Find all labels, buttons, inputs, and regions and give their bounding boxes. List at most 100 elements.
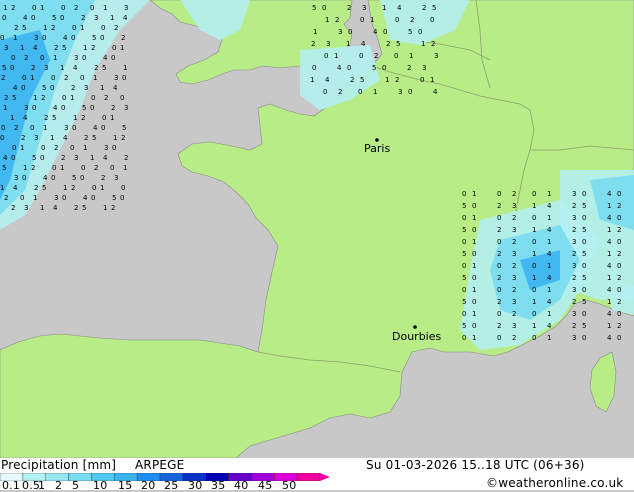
precip-digit: 4 xyxy=(547,250,552,258)
legend-title: Precipitation [mm] xyxy=(1,458,117,472)
precip-digit: 2 xyxy=(617,322,621,330)
precip-digit: 4 xyxy=(83,194,88,202)
precip-digit: 2 xyxy=(71,184,75,192)
precip-digit: 5 xyxy=(462,226,466,234)
precip-digit: 2 xyxy=(386,40,390,48)
precip-digit: 3 xyxy=(14,174,18,182)
precip-digit: 0 xyxy=(32,4,36,12)
precip-digit: 1 xyxy=(472,286,476,294)
legend-scale-label: 5 xyxy=(72,479,80,492)
precip-digit: 5 xyxy=(432,4,436,12)
precip-digit: 1 xyxy=(472,238,476,246)
precip-digit: 2 xyxy=(617,226,621,234)
precip-digit: 3 xyxy=(434,52,438,60)
precip-digit: 0 xyxy=(11,54,15,62)
precip-digit: 1 xyxy=(40,204,44,212)
precip-digit: 1 xyxy=(532,298,536,306)
precip-digit: 4 xyxy=(13,184,18,192)
precip-digit: 1 xyxy=(50,134,54,142)
precip-digit: 1 xyxy=(103,204,107,212)
precip-digit: 2 xyxy=(54,44,58,52)
precip-digit: 3 xyxy=(74,154,78,162)
precip-digit: 5 xyxy=(92,34,96,42)
precip-digit: 0 xyxy=(51,174,55,182)
precip-digit: 2 xyxy=(41,94,45,102)
precip-digit: 2 xyxy=(395,76,399,84)
legend-overflow-arrow xyxy=(320,473,330,481)
precip-digit: 0 xyxy=(360,16,364,24)
precip-digit: 0 xyxy=(617,286,621,294)
legend-scale-label: 0.1 xyxy=(2,479,21,492)
precip-digit: 2 xyxy=(51,24,55,32)
precip-digit: 5 xyxy=(92,134,96,142)
precip-digit: 0 xyxy=(532,214,536,222)
precip-digit: 0 xyxy=(408,88,412,96)
precip-digit: 2 xyxy=(407,64,411,72)
precip-digit: 0 xyxy=(120,94,124,102)
precip-digit: 0 xyxy=(40,54,44,62)
precip-digit: 4 xyxy=(103,54,108,62)
precip-digit: 0 xyxy=(60,14,64,22)
precip-digit: 0 xyxy=(617,262,621,270)
credit-text: ©weatheronline.co.uk xyxy=(486,476,624,490)
precip-digit: 0 xyxy=(324,52,328,60)
precip-digit: 5 xyxy=(12,94,16,102)
precip-digit: 1 xyxy=(43,24,47,32)
precip-digit: 1 xyxy=(325,16,329,24)
precip-digit: 0 xyxy=(42,34,46,42)
precip-digit: 2 xyxy=(14,124,18,132)
precip-digit: 5 xyxy=(22,24,26,32)
precip-digit: 0 xyxy=(420,76,424,84)
precip-digit: 1 xyxy=(547,286,551,294)
precip-digit: 0 xyxy=(32,104,36,112)
precip-digit: 1 xyxy=(472,310,476,318)
precip-digit: 0 xyxy=(22,174,26,182)
precip-digit: 1 xyxy=(532,322,536,330)
precip-digit: 1 xyxy=(532,274,536,282)
precip-digit: 0 xyxy=(348,28,352,36)
precip-digit: 2 xyxy=(617,202,621,210)
precip-digit: 4 xyxy=(607,310,612,318)
precip-digit: 2 xyxy=(111,104,115,112)
precip-digit: 0 xyxy=(497,310,501,318)
precip-digit: 0 xyxy=(112,44,116,52)
precip-digit: 3 xyxy=(362,4,366,12)
precip-digit: 3 xyxy=(572,334,576,342)
precip-digit: 4 xyxy=(53,104,58,112)
precip-digit: 4 xyxy=(607,190,612,198)
precip-digit: 5 xyxy=(122,124,126,132)
precip-digit: 1 xyxy=(40,4,44,12)
precip-digit: 4 xyxy=(53,204,58,212)
precip-digit: 2 xyxy=(101,174,105,182)
precip-digit: 1 xyxy=(110,114,114,122)
precip-digit: 1 xyxy=(607,226,611,234)
precip-digit: 4 xyxy=(547,226,552,234)
precip-digit: 2 xyxy=(91,44,95,52)
legend-scale-label: 20 xyxy=(141,479,156,492)
precip-digit: 2 xyxy=(121,134,125,142)
precip-digit: 5 xyxy=(582,274,586,282)
precip-digit: 0 xyxy=(582,286,586,294)
precip-digit: 4 xyxy=(63,34,68,42)
precip-digit: 0 xyxy=(617,190,621,198)
precip-digit: 0 xyxy=(462,262,466,270)
precip-digit: 5 xyxy=(360,76,364,84)
precip-digit: 1 xyxy=(472,334,476,342)
precip-digit: 3 xyxy=(512,226,516,234)
precip-digit: 2 xyxy=(111,204,115,212)
precip-digit: 4 xyxy=(373,28,378,36)
precip-digit: 4 xyxy=(73,64,78,72)
precip-digit: 2 xyxy=(431,40,435,48)
precip-digit: 0 xyxy=(617,334,621,342)
precip-digit: 1 xyxy=(20,44,24,52)
precip-digit: 1 xyxy=(313,28,317,36)
precip-digit: 2 xyxy=(4,194,8,202)
precip-digit: 2 xyxy=(4,94,8,102)
precip-digit: 5 xyxy=(112,194,116,202)
precip-digit: 2 xyxy=(350,76,354,84)
precip-digit: 0 xyxy=(100,34,104,42)
precip-digit: 1 xyxy=(113,134,117,142)
precip-digit: 1 xyxy=(60,64,64,72)
precip-digit: 0 xyxy=(82,54,86,62)
precip-digit: 0 xyxy=(51,74,55,82)
